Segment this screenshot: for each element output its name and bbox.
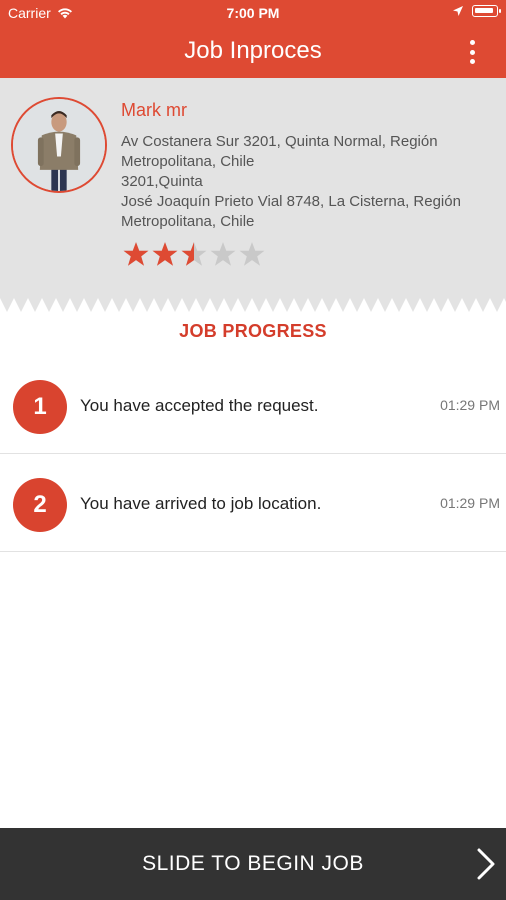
chevron-right-icon[interactable] [476,848,496,880]
destination-address: José Joaquín Prieto Vial 8748, La Cister… [121,193,461,230]
star-empty-icon [239,242,265,266]
step-time: 01:29 PM [440,495,500,511]
menu-dot [469,49,475,55]
customer-name: Mark mr [121,100,187,120]
page-title: Job Inproces [184,37,322,64]
star-full-icon [123,242,149,266]
slide-label: SLIDE TO BEGIN JOB [142,852,364,875]
star-half-icon [181,242,207,266]
step-time: 01:29 PM [440,397,500,413]
progress-step: 1 You have accepted the request. 01:29 P… [0,356,506,454]
customer-addresses: Av Costanera Sur 3201, Quinta Normal, Re… [121,132,501,232]
progress-step: 2 You have arrived to job location. 01:2… [0,454,506,552]
status-right [452,5,501,17]
step-number-badge: 1 [13,380,67,434]
step-number-badge: 2 [13,478,67,532]
star-full-icon [152,242,178,266]
menu-dot [469,40,475,45]
menu-dot [469,59,475,64]
avatar [11,97,107,193]
star-rating [123,241,265,267]
star-empty-icon [210,242,236,266]
zigzag-divider [0,298,506,314]
step-text: You have accepted the request. [80,396,319,415]
status-time: 7:00 PM [226,5,280,21]
battery-icon [472,5,501,17]
status-bar: Carrier 7:00 PM [0,0,506,26]
slide-to-begin-job[interactable]: SLIDE TO BEGIN JOB [0,828,506,900]
pickup-address: Av Costanera Sur 3201, Quinta Normal, Re… [121,133,438,170]
step-text: You have arrived to job location. [80,494,322,513]
location-arrow-icon [453,6,463,16]
customer-profile-card: Mark mr Av Costanera Sur 3201, Quinta No… [0,78,506,300]
job-progress-title: JOB PROGRESS [179,321,327,341]
more-vertical-icon[interactable] [468,40,476,64]
address-detail: 3201,Quinta [121,173,203,190]
nav-bar: Job Inproces [0,26,506,78]
